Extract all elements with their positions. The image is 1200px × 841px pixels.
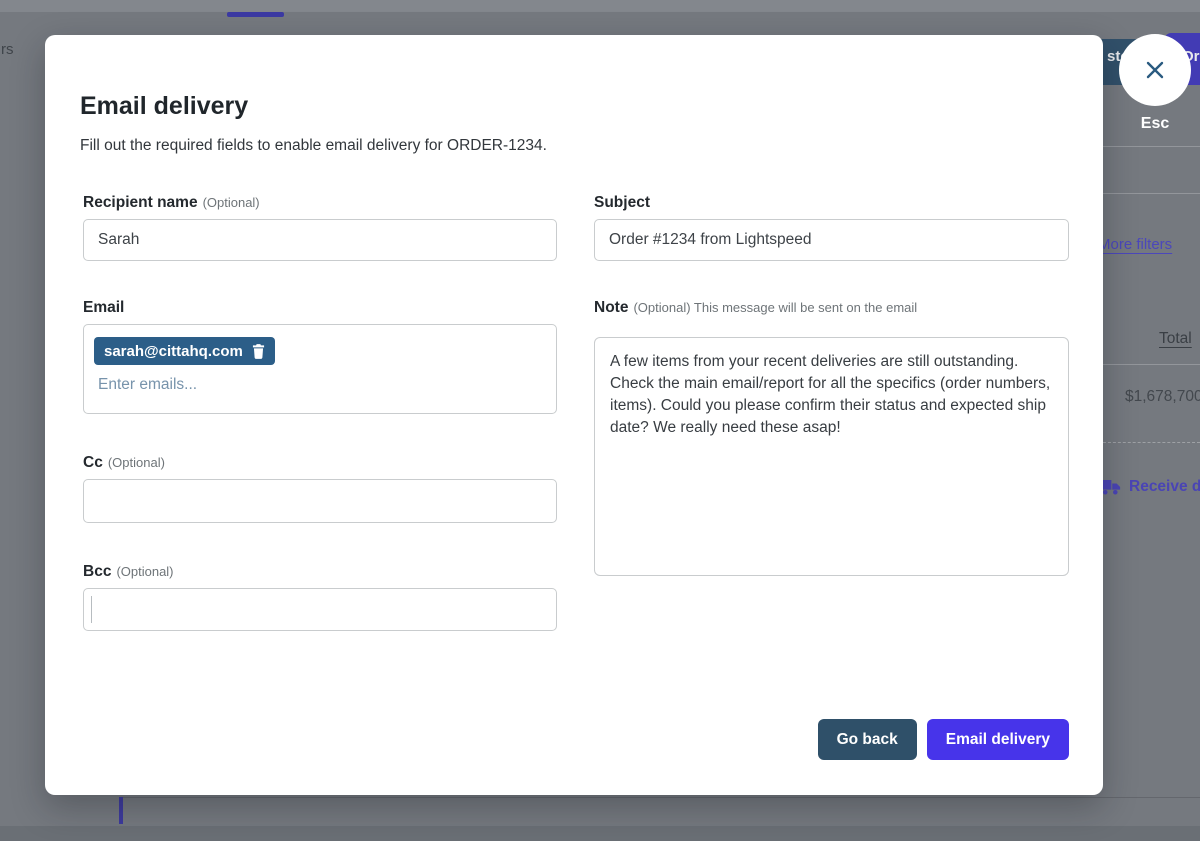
- active-tab-indicator: [227, 12, 284, 17]
- email-tags-field[interactable]: sarah@cittahq.com Enter emails...: [83, 324, 557, 414]
- email-input-placeholder[interactable]: Enter emails...: [98, 376, 546, 394]
- background-row-divider: [120, 797, 1200, 798]
- recipient-name-label: Recipient name(Optional): [83, 194, 557, 212]
- background-dashed-divider: [1103, 442, 1200, 443]
- cc-label: Cc(Optional): [83, 454, 557, 472]
- bcc-input[interactable]: [83, 588, 557, 631]
- optional-tag: (Optional): [203, 195, 260, 210]
- close-icon: [1141, 56, 1169, 84]
- truck-icon: [1100, 479, 1121, 495]
- optional-tag: (Optional): [116, 564, 173, 579]
- email-delivery-button[interactable]: Email delivery: [927, 719, 1069, 760]
- sidebar-item-orders-fragment[interactable]: rs: [1, 41, 14, 58]
- bcc-label: Bcc(Optional): [83, 563, 557, 581]
- form-column-right: Subject Note(Optional) This message will…: [594, 194, 1069, 581]
- email-delivery-modal: Email delivery Fill out the required fie…: [45, 35, 1103, 795]
- modal-footer: Go back Email delivery: [818, 719, 1069, 760]
- more-filters-link[interactable]: More filters: [1098, 236, 1172, 253]
- total-column-header[interactable]: Total: [1159, 330, 1192, 348]
- close-button[interactable]: [1119, 34, 1191, 106]
- form-column-left: Recipient name(Optional) Email sarah@cit…: [83, 194, 557, 631]
- subject-label: Subject: [594, 194, 1069, 212]
- go-back-button[interactable]: Go back: [818, 719, 917, 760]
- total-value-cell: $1,678,700: [1125, 388, 1200, 406]
- background-divider: [1103, 146, 1200, 147]
- email-chip[interactable]: sarah@cittahq.com: [94, 337, 275, 365]
- background-divider: [1103, 364, 1200, 365]
- close-control: Esc: [1119, 34, 1191, 133]
- subject-input[interactable]: [594, 219, 1069, 261]
- recipient-name-input[interactable]: [83, 219, 557, 261]
- modal-subtitle: Fill out the required fields to enable e…: [80, 137, 547, 155]
- background-divider: [1103, 193, 1200, 194]
- screen: rs sto Or More filters Total $1,678,700 …: [0, 0, 1200, 841]
- background-footer-band: [0, 826, 1200, 841]
- email-label: Email: [83, 299, 557, 317]
- cc-input[interactable]: [83, 479, 557, 523]
- modal-title: Email delivery: [80, 93, 248, 121]
- optional-tag: (Optional): [108, 455, 165, 470]
- note-hint: (Optional) This message will be sent on …: [633, 300, 917, 315]
- receive-delivery-link[interactable]: Receive de: [1100, 478, 1200, 496]
- trash-icon[interactable]: [252, 344, 265, 359]
- email-chip-label: sarah@cittahq.com: [104, 343, 243, 360]
- selected-row-indicator: [119, 797, 123, 824]
- receive-delivery-label: Receive de: [1129, 478, 1200, 496]
- esc-hint-label: Esc: [1119, 115, 1191, 133]
- app-topbar: [0, 0, 1200, 12]
- note-label: Note(Optional) This message will be sent…: [594, 299, 1069, 317]
- note-textarea[interactable]: A few items from your recent deliveries …: [594, 337, 1069, 576]
- text-caret: [91, 596, 92, 623]
